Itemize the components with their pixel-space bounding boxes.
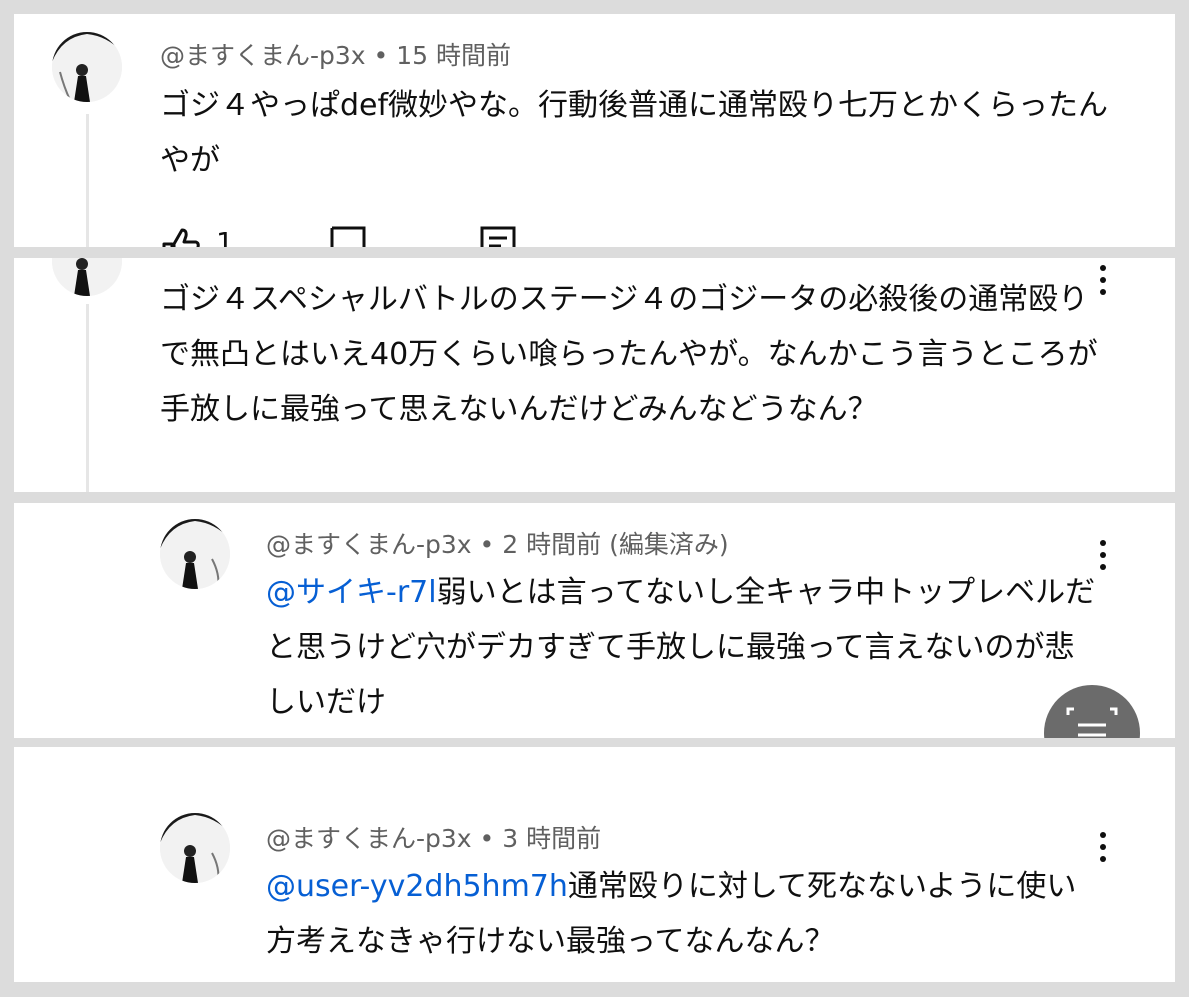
mention-link[interactable]: @サイキ-r7l — [266, 575, 437, 610]
comment-icon — [480, 226, 516, 247]
comment-text: ゴジ４やっぱdef微妙やな。行動後普通に通常殴り七万とかくらったんやが — [160, 88, 1109, 178]
avatar[interactable] — [160, 813, 230, 883]
timestamp[interactable]: 2 時間前 — [502, 530, 601, 559]
like-count: 1 — [216, 226, 234, 247]
thread-line — [86, 304, 89, 492]
comment-card: ゴジ４スペシャルバトルのステージ４のゴジータの必殺後の通常殴りで無凸とはいえ40… — [14, 258, 1175, 492]
caption-button[interactable] — [1044, 685, 1140, 738]
username[interactable]: @ますくまん-p3x — [160, 41, 366, 70]
mention-link[interactable]: @user-yv2dh5hm7h — [266, 869, 568, 904]
username[interactable]: @ますくまん-p3x — [266, 530, 472, 559]
avatar[interactable] — [52, 32, 122, 102]
comment-card: @ますくまん-p3x • 15 時間前 ゴジ４やっぱdef微妙やな。行動後普通に… — [14, 14, 1175, 247]
thumb-down-icon — [330, 226, 366, 247]
edited-label: (編集済み) — [609, 530, 729, 559]
thumb-up-icon — [162, 228, 200, 247]
reply-card: @ますくまん-p3x • 2 時間前 (編集済み) @サイキ-r7l弱いとは言っ… — [14, 503, 1175, 738]
comment-meta: @ますくまん-p3x • 2 時間前 (編集済み) — [266, 530, 729, 559]
timestamp[interactable]: 15 時間前 — [396, 41, 511, 70]
thread-line — [86, 114, 89, 247]
comment-text: @サイキ-r7l弱いとは言ってないし全キャラ中トップレベルだと思うけど穴がデカす… — [266, 575, 1096, 720]
comment-meta: @ますくまん-p3x • 15 時間前 — [160, 41, 512, 70]
comment-meta: @ますくまん-p3x • 3 時間前 — [266, 824, 602, 853]
reply-card: @ますくまん-p3x • 3 時間前 @user-yv2dh5hm7h通常殴りに… — [14, 747, 1175, 982]
reply-button[interactable] — [478, 226, 518, 247]
like-button[interactable]: 1 — [160, 226, 234, 247]
dislike-button[interactable] — [328, 226, 368, 247]
timestamp[interactable]: 3 時間前 — [502, 824, 601, 853]
avatar[interactable] — [160, 519, 230, 589]
avatar[interactable] — [52, 258, 122, 296]
comment-text: @user-yv2dh5hm7h通常殴りに対して死なないように使い方考えなきゃ行… — [266, 869, 1077, 959]
comment-text: ゴジ４スペシャルバトルのステージ４のゴジータの必殺後の通常殴りで無凸とはいえ40… — [160, 282, 1098, 427]
username[interactable]: @ますくまん-p3x — [266, 824, 472, 853]
caption-icon — [1066, 707, 1118, 737]
